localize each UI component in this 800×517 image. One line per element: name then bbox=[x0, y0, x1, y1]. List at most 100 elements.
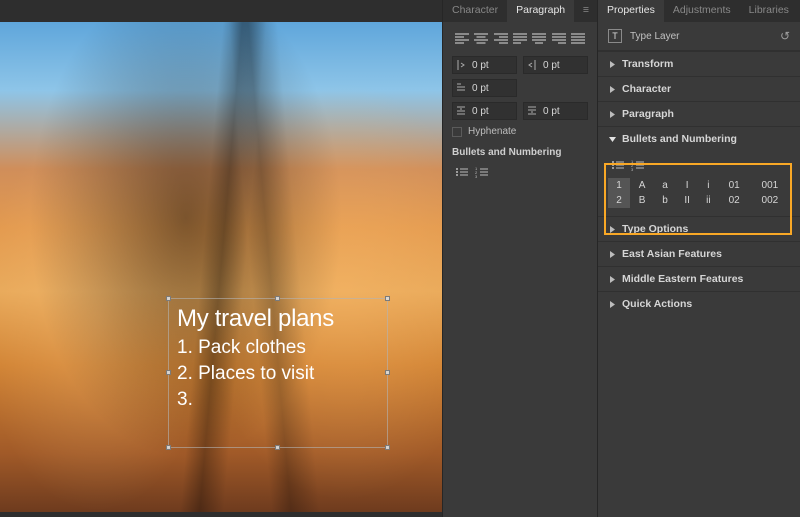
numbered-list-icon[interactable]: 123 bbox=[628, 156, 648, 174]
number-style-option[interactable]: 02 bbox=[719, 193, 750, 208]
list-line[interactable]: 2. Places to visit bbox=[177, 361, 379, 387]
bullets-numbering-heading: Bullets and Numbering bbox=[452, 147, 588, 158]
resize-handle[interactable] bbox=[385, 296, 390, 301]
list-line[interactable]: 3. bbox=[177, 387, 379, 413]
tab-properties[interactable]: Properties bbox=[598, 0, 664, 22]
number-style-option[interactable]: 01 bbox=[719, 178, 750, 193]
tab-character[interactable]: Character bbox=[443, 0, 507, 22]
number-style-option[interactable]: a bbox=[654, 178, 676, 193]
text-layer-bounding-box[interactable]: My travel plans 1. Pack clothes 2. Place… bbox=[168, 298, 388, 448]
section-paragraph[interactable]: Paragraph bbox=[598, 101, 800, 126]
chevron-right-icon bbox=[608, 250, 617, 259]
chevron-right-icon bbox=[608, 225, 617, 234]
bulleted-list-icon[interactable] bbox=[608, 156, 628, 174]
indent-firstline-field[interactable]: 0 pt bbox=[452, 79, 517, 97]
svg-text:3: 3 bbox=[475, 174, 478, 179]
field-value: 0 pt bbox=[469, 83, 516, 94]
hyphenate-checkbox[interactable]: Hyphenate bbox=[452, 126, 588, 137]
indent-firstline-icon bbox=[453, 83, 469, 93]
section-type-options[interactable]: Type Options bbox=[598, 216, 800, 241]
bulleted-list-icon[interactable] bbox=[452, 163, 472, 181]
section-label: East Asian Features bbox=[622, 248, 722, 260]
number-style-option[interactable]: i bbox=[698, 178, 718, 193]
indent-left-field[interactable]: 0 pt bbox=[452, 56, 517, 74]
paragraph-panel: Character Paragraph ≡ 0 pt 0 pt bbox=[442, 0, 597, 517]
reset-icon[interactable]: ↺ bbox=[780, 29, 790, 43]
section-middle-eastern[interactable]: Middle Eastern Features bbox=[598, 266, 800, 291]
resize-handle[interactable] bbox=[166, 445, 171, 450]
resize-handle[interactable] bbox=[275, 445, 280, 450]
section-label: Type Options bbox=[622, 223, 688, 235]
section-label: Bullets and Numbering bbox=[622, 133, 737, 145]
list-type-buttons: 123 bbox=[608, 156, 790, 174]
text-title[interactable]: My travel plans bbox=[169, 299, 387, 335]
panel-tabs: Properties Adjustments Libraries ≡ bbox=[598, 0, 800, 22]
indent-right-icon bbox=[524, 60, 540, 70]
indent-left-icon bbox=[453, 60, 469, 70]
field-value: 0 pt bbox=[469, 60, 516, 71]
justify-left-icon[interactable] bbox=[510, 30, 529, 48]
resize-handle[interactable] bbox=[385, 445, 390, 450]
bullets-numbering-body: 123 1 A a I i 01 001 2 B b II ii 02 002 bbox=[598, 151, 800, 216]
field-value: 0 pt bbox=[469, 106, 516, 117]
field-value: 0 pt bbox=[540, 106, 587, 117]
tab-adjustments[interactable]: Adjustments bbox=[664, 0, 740, 22]
space-before-icon bbox=[453, 106, 469, 116]
justify-center-icon[interactable] bbox=[530, 30, 549, 48]
number-style-table: 1 A a I i 01 001 2 B b II ii 02 002 bbox=[608, 178, 790, 208]
chevron-right-icon bbox=[608, 60, 617, 69]
list-type-buttons: 123 bbox=[452, 163, 588, 181]
alignment-buttons bbox=[452, 30, 588, 48]
properties-layer-type: Type Layer bbox=[630, 31, 679, 42]
canvas-area[interactable]: My travel plans 1. Pack clothes 2. Place… bbox=[0, 22, 442, 512]
chevron-right-icon bbox=[608, 85, 617, 94]
chevron-right-icon bbox=[608, 275, 617, 284]
number-style-option[interactable]: I bbox=[676, 178, 698, 193]
number-style-option[interactable]: 1 bbox=[608, 178, 630, 193]
chevron-down-icon bbox=[608, 135, 617, 144]
chevron-right-icon bbox=[608, 300, 617, 309]
space-after-field[interactable]: 0 pt bbox=[523, 102, 588, 120]
tab-paragraph[interactable]: Paragraph bbox=[507, 0, 574, 22]
number-style-option[interactable]: 002 bbox=[750, 193, 790, 208]
section-transform[interactable]: Transform bbox=[598, 51, 800, 76]
align-right-icon[interactable] bbox=[491, 30, 510, 48]
justify-all-icon[interactable] bbox=[569, 30, 588, 48]
panel-menu-icon[interactable]: ≡ bbox=[576, 0, 597, 22]
resize-handle[interactable] bbox=[385, 370, 390, 375]
number-style-option[interactable]: 001 bbox=[750, 178, 790, 193]
section-label: Transform bbox=[622, 58, 673, 70]
properties-title-row: T Type Layer ↺ bbox=[598, 22, 800, 51]
number-style-option[interactable]: 2 bbox=[608, 193, 630, 208]
tab-libraries[interactable]: Libraries bbox=[740, 0, 798, 22]
checkbox-box bbox=[452, 127, 462, 137]
indent-right-field[interactable]: 0 pt bbox=[523, 56, 588, 74]
paragraph-panel-body: 0 pt 0 pt 0 pt 0 pt 0 pt bbox=[443, 22, 597, 189]
align-left-icon[interactable] bbox=[452, 30, 471, 48]
resize-handle[interactable] bbox=[275, 296, 280, 301]
resize-handle[interactable] bbox=[166, 296, 171, 301]
number-style-option[interactable]: b bbox=[654, 193, 676, 208]
section-label: Middle Eastern Features bbox=[622, 273, 743, 285]
field-value: 0 pt bbox=[540, 60, 587, 71]
section-east-asian[interactable]: East Asian Features bbox=[598, 241, 800, 266]
section-character[interactable]: Character bbox=[598, 76, 800, 101]
number-style-option[interactable]: II bbox=[676, 193, 698, 208]
justify-right-icon[interactable] bbox=[549, 30, 568, 48]
hyphenate-label: Hyphenate bbox=[468, 126, 516, 137]
number-style-option[interactable]: ii bbox=[698, 193, 718, 208]
section-quick-actions[interactable]: Quick Actions bbox=[598, 291, 800, 316]
numbered-list-icon[interactable]: 123 bbox=[472, 163, 492, 181]
section-label: Paragraph bbox=[622, 108, 674, 120]
type-layer-icon: T bbox=[608, 29, 622, 43]
space-before-field[interactable]: 0 pt bbox=[452, 102, 517, 120]
space-after-icon bbox=[524, 106, 540, 116]
align-center-icon[interactable] bbox=[471, 30, 490, 48]
number-style-option[interactable]: A bbox=[630, 178, 654, 193]
panel-tabs: Character Paragraph ≡ bbox=[443, 0, 597, 22]
number-style-option[interactable]: B bbox=[630, 193, 654, 208]
resize-handle[interactable] bbox=[166, 370, 171, 375]
chevron-right-icon bbox=[608, 110, 617, 119]
list-line[interactable]: 1. Pack clothes bbox=[177, 335, 379, 361]
section-bullets-numbering[interactable]: Bullets and Numbering bbox=[598, 126, 800, 151]
